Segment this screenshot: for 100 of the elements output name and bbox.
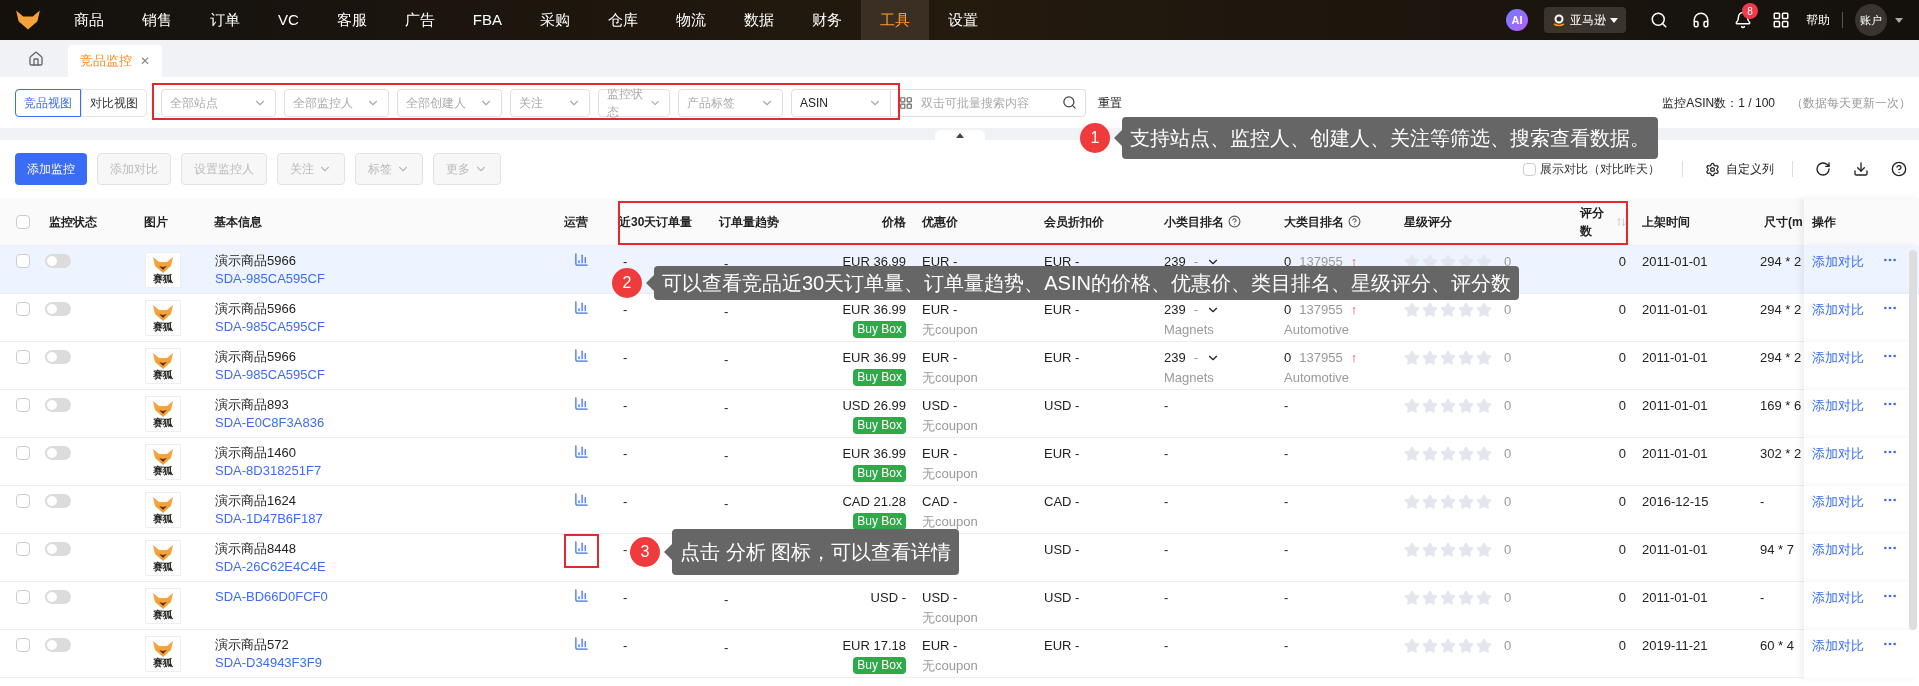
size-cell: 294 * 2	[1760, 302, 1802, 317]
product-name: 演示商品5966	[215, 252, 297, 270]
member-price: USD -	[1044, 590, 1080, 605]
product-thumbnail: 赛狐	[145, 636, 181, 672]
trend-cell: -	[724, 352, 729, 367]
column-header: 运营	[564, 213, 588, 231]
trend-cell: -	[724, 640, 729, 655]
coupon-price: EUR -	[922, 349, 959, 367]
rating-value: 0	[1504, 397, 1512, 415]
rank-cell-text: -	[1284, 541, 1289, 559]
price-cell-text: EUR 36.99	[842, 349, 906, 367]
orders-cell: -	[623, 350, 628, 365]
column-header: 基本信息	[214, 213, 262, 231]
step-number: 1	[1080, 123, 1110, 153]
trend-cell: -	[724, 400, 729, 415]
rank-up-arrow: ↑	[1350, 301, 1358, 319]
rank-cell-text: -	[1284, 589, 1289, 607]
product-name: 演示商品572	[215, 636, 290, 654]
column-header: 会员折扣价	[1044, 213, 1104, 231]
buy-box-badge: Buy Box	[853, 368, 906, 386]
rating-value: 0	[1504, 589, 1512, 607]
product-name: 演示商品893	[215, 396, 290, 414]
review-count: 0	[1618, 302, 1626, 317]
product-name: 演示商品1624	[215, 492, 297, 510]
product-thumbnail: 赛狐	[145, 348, 181, 384]
orders-cell: -	[623, 542, 628, 557]
category-name: Automotive	[1284, 369, 1351, 387]
member-price: EUR -	[1044, 302, 1080, 317]
column-header: 优惠价	[922, 213, 958, 231]
column-header: 评分数	[1580, 204, 1605, 240]
product-thumbnail: 赛狐	[145, 588, 181, 624]
category-name: Magnets	[1164, 369, 1215, 387]
rank-cell-text: 239	[1164, 301, 1186, 319]
orders-cell: -	[623, 254, 628, 269]
coupon-note: 无coupon	[922, 369, 979, 387]
price-cell-text: USD 26.99	[842, 397, 906, 415]
listing-date: 2016-12-15	[1642, 494, 1709, 509]
product-thumbnail: 赛狐	[145, 444, 181, 480]
rank-cell-text: -	[1284, 637, 1289, 655]
member-price: EUR -	[1044, 638, 1080, 653]
coupon-price: USD -	[922, 397, 959, 415]
size-cell: 94 * 7	[1760, 542, 1794, 557]
product-thumbnail: 赛狐	[145, 396, 181, 432]
asin-count: 监控ASIN数：1 / 100	[1662, 94, 1775, 112]
column-header: 上架时间	[1642, 213, 1690, 231]
price-cell-text: EUR 36.99	[842, 301, 906, 319]
member-price: EUR -	[1044, 350, 1080, 365]
coupon-note: 无coupon	[922, 465, 979, 483]
rank-cell-text: -	[1164, 445, 1169, 463]
review-count: 0	[1618, 446, 1626, 461]
tooltip: 可以查看竞品近30天订单量、订单量趋势、ASIN的价格、优惠价、类目排名、星级评分、评分数	[646, 266, 1519, 300]
orders-cell: -	[623, 398, 628, 413]
listing-date: 2011-01-01	[1642, 590, 1708, 605]
product-name: 演示商品8448	[215, 540, 297, 558]
buy-box-badge: Buy Box	[853, 416, 906, 434]
product-thumbnail: 赛狐	[145, 252, 181, 288]
size-cell: 294 * 2	[1760, 350, 1802, 365]
column-header: 小类目排名	[1164, 213, 1224, 231]
rank-cell-text: 0	[1284, 301, 1292, 319]
listing-date: 2011-01-01	[1642, 446, 1708, 461]
rank-cell-text: -	[1284, 493, 1289, 511]
buy-box-badge: Buy Box	[853, 512, 906, 530]
product-thumbnail: 赛狐	[145, 540, 181, 576]
member-price: EUR -	[1044, 446, 1080, 461]
size-cell: 294 * 2	[1760, 254, 1802, 269]
coupon-price: EUR -	[922, 301, 959, 319]
size-cell: 60 * 4	[1760, 638, 1794, 653]
orders-cell: -	[623, 638, 628, 653]
rating-value: 0	[1504, 493, 1512, 511]
notification-badge: 8	[1742, 3, 1758, 19]
review-count: 0	[1618, 350, 1626, 365]
size-cell: -	[1760, 590, 1765, 605]
member-price: EUR -	[1044, 254, 1080, 269]
buy-box-badge: Buy Box	[853, 320, 906, 338]
column-header: 尺寸(m	[1764, 213, 1803, 231]
review-count: 0	[1618, 398, 1626, 413]
tooltip: 点击 分析 图标，可以查看详情	[664, 529, 960, 575]
orders-cell: -	[623, 590, 628, 605]
review-count: 0	[1618, 494, 1626, 509]
member-price: CAD -	[1044, 494, 1080, 509]
orders-cell: -	[623, 446, 628, 461]
price-cell-text: EUR 36.99	[842, 445, 906, 463]
trend-cell: -	[724, 448, 729, 463]
column-header: 监控状态	[49, 213, 97, 231]
coupon-note: 无coupon	[922, 513, 979, 531]
column-header: 星级评分	[1404, 213, 1452, 231]
buy-box-badge: Buy Box	[853, 656, 906, 674]
column-header: 订单量趋势	[719, 213, 779, 231]
listing-date: 2011-01-01	[1642, 398, 1708, 413]
product-thumbnail: 赛狐	[145, 492, 181, 528]
coupon-note: 无coupon	[922, 609, 979, 627]
price-cell-text: CAD 21.28	[842, 493, 906, 511]
rank-up-arrow: ↑	[1350, 349, 1358, 367]
review-count: 0	[1618, 638, 1626, 653]
coupon-price: EUR -	[922, 637, 959, 655]
review-count: 0	[1618, 254, 1626, 269]
review-count: 0	[1618, 542, 1626, 557]
coupon-price: CAD -	[922, 493, 959, 511]
rank-cell-text: -	[1164, 637, 1169, 655]
listing-date: 2011-01-01	[1642, 254, 1708, 269]
